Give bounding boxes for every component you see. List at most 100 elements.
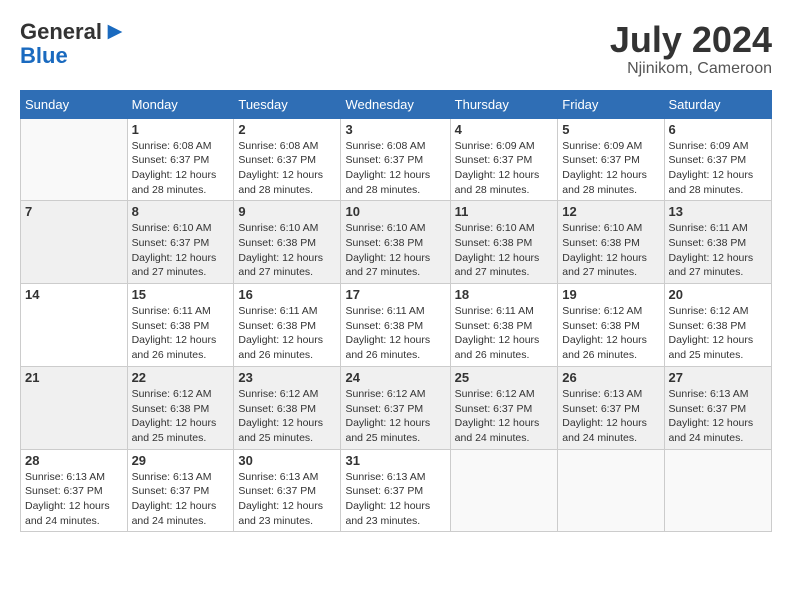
day-number: 2 bbox=[238, 122, 336, 137]
calendar-cell: 19 Sunrise: 6:12 AMSunset: 6:38 PMDayligh… bbox=[558, 284, 664, 367]
calendar-cell: 22 Sunrise: 6:12 AMSunset: 6:38 PMDayligh… bbox=[127, 366, 234, 449]
calendar-cell: 7 bbox=[21, 201, 128, 284]
day-info: Sunrise: 6:10 AMSunset: 6:38 PMDaylight:… bbox=[455, 221, 554, 280]
header: General Blue July 2024 Njinikom, Cameroo… bbox=[20, 20, 772, 78]
col-tuesday: Tuesday bbox=[234, 90, 341, 118]
calendar-cell: 15 Sunrise: 6:11 AMSunset: 6:38 PMDayligh… bbox=[127, 284, 234, 367]
day-number: 30 bbox=[238, 453, 336, 468]
day-number: 28 bbox=[25, 453, 123, 468]
day-number: 16 bbox=[238, 287, 336, 302]
day-number: 19 bbox=[562, 287, 659, 302]
day-info: Sunrise: 6:11 AMSunset: 6:38 PMDaylight:… bbox=[345, 304, 445, 363]
day-info: Sunrise: 6:09 AMSunset: 6:37 PMDaylight:… bbox=[669, 139, 767, 198]
calendar-cell: 26 Sunrise: 6:13 AMSunset: 6:37 PMDayligh… bbox=[558, 366, 664, 449]
day-info: Sunrise: 6:12 AMSunset: 6:37 PMDaylight:… bbox=[455, 387, 554, 446]
day-info: Sunrise: 6:11 AMSunset: 6:38 PMDaylight:… bbox=[132, 304, 230, 363]
day-number: 12 bbox=[562, 204, 659, 219]
day-number: 3 bbox=[345, 122, 445, 137]
calendar-cell bbox=[664, 449, 771, 532]
day-number: 26 bbox=[562, 370, 659, 385]
day-info: Sunrise: 6:09 AMSunset: 6:37 PMDaylight:… bbox=[455, 139, 554, 198]
day-info: Sunrise: 6:13 AMSunset: 6:37 PMDaylight:… bbox=[238, 470, 336, 529]
day-number: 25 bbox=[455, 370, 554, 385]
logo-blue-text: Blue bbox=[20, 43, 68, 68]
calendar-cell: 8 Sunrise: 6:10 AMSunset: 6:37 PMDaylight… bbox=[127, 201, 234, 284]
col-thursday: Thursday bbox=[450, 90, 558, 118]
day-number: 6 bbox=[669, 122, 767, 137]
week-row-3: 21 22 Sunrise: 6:12 AMSunset: 6:38 PMDayli… bbox=[21, 366, 772, 449]
week-row-2: 14 15 Sunrise: 6:11 AMSunset: 6:38 PMDayli… bbox=[21, 284, 772, 367]
location-title: Njinikom, Cameroon bbox=[610, 60, 772, 78]
day-info: Sunrise: 6:08 AMSunset: 6:37 PMDaylight:… bbox=[238, 139, 336, 198]
calendar-cell: 11 Sunrise: 6:10 AMSunset: 6:38 PMDayligh… bbox=[450, 201, 558, 284]
col-monday: Monday bbox=[127, 90, 234, 118]
logo: General Blue bbox=[20, 20, 126, 68]
day-number: 7 bbox=[25, 204, 123, 219]
week-row-1: 78 Sunrise: 6:10 AMSunset: 6:37 PMDayligh… bbox=[21, 201, 772, 284]
day-info: Sunrise: 6:13 AMSunset: 6:37 PMDaylight:… bbox=[669, 387, 767, 446]
week-row-4: 28 Sunrise: 6:13 AMSunset: 6:37 PMDayligh… bbox=[21, 449, 772, 532]
day-number: 21 bbox=[25, 370, 123, 385]
calendar-cell: 23 Sunrise: 6:12 AMSunset: 6:38 PMDayligh… bbox=[234, 366, 341, 449]
day-number: 8 bbox=[132, 204, 230, 219]
col-sunday: Sunday bbox=[21, 90, 128, 118]
calendar-cell: 6 Sunrise: 6:09 AMSunset: 6:37 PMDaylight… bbox=[664, 118, 771, 201]
day-number: 31 bbox=[345, 453, 445, 468]
logo-icon bbox=[104, 21, 126, 43]
day-number: 20 bbox=[669, 287, 767, 302]
day-number: 23 bbox=[238, 370, 336, 385]
calendar-cell: 9Sunrise: 6:10 AMSunset: 6:38 PMDaylight… bbox=[234, 201, 341, 284]
calendar-cell: 18Sunrise: 6:11 AMSunset: 6:38 PMDayligh… bbox=[450, 284, 558, 367]
day-info: Sunrise: 6:10 AMSunset: 6:37 PMDaylight:… bbox=[132, 221, 230, 280]
day-info: Sunrise: 6:10 AMSunset: 6:38 PMDaylight:… bbox=[238, 221, 336, 280]
day-number: 22 bbox=[132, 370, 230, 385]
day-number: 15 bbox=[132, 287, 230, 302]
day-number: 14 bbox=[25, 287, 123, 302]
calendar-cell: 1 Sunrise: 6:08 AMSunset: 6:37 PMDaylight… bbox=[127, 118, 234, 201]
day-info: Sunrise: 6:08 AMSunset: 6:37 PMDaylight:… bbox=[132, 139, 230, 198]
day-info: Sunrise: 6:11 AMSunset: 6:38 PMDaylight:… bbox=[238, 304, 336, 363]
calendar-cell: 24Sunrise: 6:12 AMSunset: 6:37 PMDayligh… bbox=[341, 366, 450, 449]
day-number: 17 bbox=[345, 287, 445, 302]
day-info: Sunrise: 6:13 AMSunset: 6:37 PMDaylight:… bbox=[25, 470, 123, 529]
day-info: Sunrise: 6:11 AMSunset: 6:38 PMDaylight:… bbox=[455, 304, 554, 363]
title-block: July 2024 Njinikom, Cameroon bbox=[610, 20, 772, 78]
day-info: Sunrise: 6:10 AMSunset: 6:38 PMDaylight:… bbox=[562, 221, 659, 280]
day-info: Sunrise: 6:12 AMSunset: 6:37 PMDaylight:… bbox=[345, 387, 445, 446]
day-info: Sunrise: 6:13 AMSunset: 6:37 PMDaylight:… bbox=[132, 470, 230, 529]
col-wednesday: Wednesday bbox=[341, 90, 450, 118]
calendar-cell: 12 Sunrise: 6:10 AMSunset: 6:38 PMDayligh… bbox=[558, 201, 664, 284]
calendar-cell: 14 bbox=[21, 284, 128, 367]
day-info: Sunrise: 6:13 AMSunset: 6:37 PMDaylight:… bbox=[345, 470, 445, 529]
day-number: 13 bbox=[669, 204, 767, 219]
day-info: Sunrise: 6:12 AMSunset: 6:38 PMDaylight:… bbox=[238, 387, 336, 446]
calendar-cell: 31 Sunrise: 6:13 AMSunset: 6:37 PMDayligh… bbox=[341, 449, 450, 532]
day-number: 29 bbox=[132, 453, 230, 468]
week-row-0: 1 Sunrise: 6:08 AMSunset: 6:37 PMDaylight… bbox=[21, 118, 772, 201]
calendar-cell: 29 Sunrise: 6:13 AMSunset: 6:37 PMDayligh… bbox=[127, 449, 234, 532]
calendar-cell: 25 Sunrise: 6:12 AMSunset: 6:37 PMDayligh… bbox=[450, 366, 558, 449]
calendar-table: Sunday Monday Tuesday Wednesday Thursday… bbox=[20, 90, 772, 533]
day-number: 10 bbox=[345, 204, 445, 219]
day-number: 1 bbox=[132, 122, 230, 137]
col-friday: Friday bbox=[558, 90, 664, 118]
day-info: Sunrise: 6:10 AMSunset: 6:38 PMDaylight:… bbox=[345, 221, 445, 280]
calendar-cell: 21 bbox=[21, 366, 128, 449]
day-info: Sunrise: 6:13 AMSunset: 6:37 PMDaylight:… bbox=[562, 387, 659, 446]
calendar-cell: 3 Sunrise: 6:08 AMSunset: 6:37 PMDaylight… bbox=[341, 118, 450, 201]
calendar-cell: 17 Sunrise: 6:11 AMSunset: 6:38 PMDayligh… bbox=[341, 284, 450, 367]
day-number: 11 bbox=[455, 204, 554, 219]
calendar-cell: 4Sunrise: 6:09 AMSunset: 6:37 PMDaylight… bbox=[450, 118, 558, 201]
day-info: Sunrise: 6:12 AMSunset: 6:38 PMDaylight:… bbox=[132, 387, 230, 446]
day-info: Sunrise: 6:11 AMSunset: 6:38 PMDaylight:… bbox=[669, 221, 767, 280]
calendar-cell: 13 Sunrise: 6:11 AMSunset: 6:38 PMDayligh… bbox=[664, 201, 771, 284]
day-info: Sunrise: 6:12 AMSunset: 6:38 PMDaylight:… bbox=[562, 304, 659, 363]
day-info: Sunrise: 6:08 AMSunset: 6:37 PMDaylight:… bbox=[345, 139, 445, 198]
day-number: 5 bbox=[562, 122, 659, 137]
day-info: Sunrise: 6:09 AMSunset: 6:37 PMDaylight:… bbox=[562, 139, 659, 198]
page: General Blue July 2024 Njinikom, Cameroo… bbox=[0, 0, 792, 612]
calendar-cell: 16 Sunrise: 6:11 AMSunset: 6:38 PMDayligh… bbox=[234, 284, 341, 367]
calendar-cell: 28 Sunrise: 6:13 AMSunset: 6:37 PMDayligh… bbox=[21, 449, 128, 532]
calendar-cell bbox=[21, 118, 128, 201]
col-saturday: Saturday bbox=[664, 90, 771, 118]
